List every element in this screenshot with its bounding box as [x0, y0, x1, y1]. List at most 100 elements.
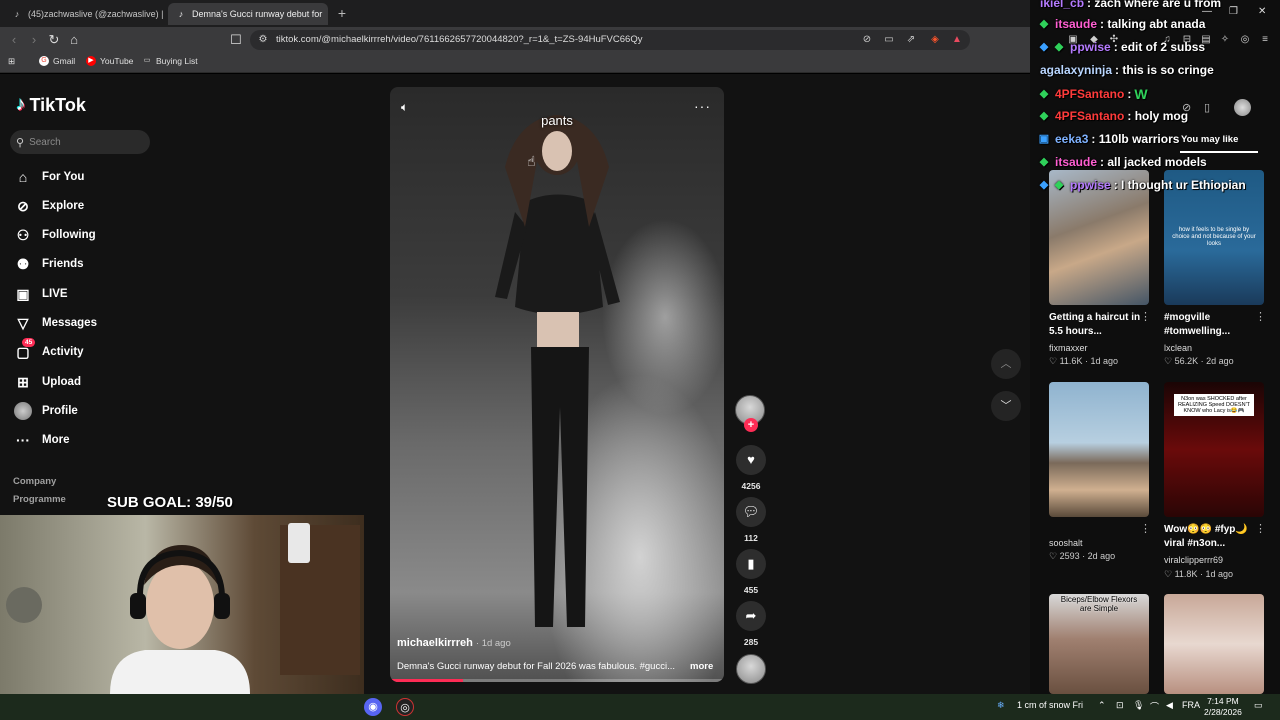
phone-icon[interactable]: ▯	[1204, 101, 1210, 114]
forward-icon[interactable]: ›	[26, 32, 42, 48]
search-input[interactable]: ⚲ Search	[10, 130, 150, 154]
apps-grid-icon[interactable]: ⊞	[8, 56, 15, 67]
obs-icon[interactable]: ◎	[396, 698, 414, 716]
nav-for-you[interactable]: ⌂ For You	[14, 167, 85, 187]
more-icon: ···	[16, 432, 30, 448]
ai-sparkle-icon[interactable]: ✧	[1218, 34, 1232, 45]
close-window-icon[interactable]: ✕	[1258, 6, 1266, 17]
nav-activity[interactable]: ▢ 45 Activity	[14, 338, 84, 362]
restore-icon[interactable]: ❐	[1229, 6, 1238, 17]
video-user[interactable]: fixmaxxer	[1049, 343, 1088, 353]
bookmark-save-icon[interactable]: ▮	[736, 549, 766, 579]
brave-shield-icon[interactable]: ◈	[928, 33, 942, 47]
bookmark-icon[interactable]: ☐	[228, 32, 244, 48]
save-count: 455	[743, 585, 759, 595]
cast-icon[interactable]: ▭	[882, 33, 896, 47]
bookmark-buying-list[interactable]: ▭ Buying List	[142, 56, 198, 66]
sound-disc-icon[interactable]	[736, 654, 766, 684]
w-emote: W	[1134, 86, 1148, 102]
badge-icon: ◆	[1039, 110, 1049, 122]
browser-toolbar: ‹ › ↻ ⌂ ☐ ⚙ tiktok.com/@michaelkirrreh/v…	[0, 27, 1030, 53]
video-title[interactable]: Wow😳😳 #fyp🌙 viral #n3on...	[1164, 523, 1260, 551]
video-title[interactable]: #mogville #tomwelling...	[1164, 311, 1260, 339]
notification-icon[interactable]: ▭	[1254, 700, 1263, 711]
tiktok-logo[interactable]: ♪ TikTok	[16, 94, 86, 116]
tab-zachwaslive[interactable]: ♪ (45)zachwaslive (@zachwaslive) | TikT	[4, 3, 164, 25]
description-more-link[interactable]: more	[690, 661, 713, 672]
chevron-up-icon[interactable]: ⌃	[1098, 700, 1106, 711]
clock[interactable]: 7:14 PM 2/28/2026	[1204, 696, 1242, 718]
chat-message: ▣ eeka3 : 110lb warriors	[1038, 132, 1180, 146]
reader-icon[interactable]: ⊘	[860, 33, 874, 47]
google-icon: G	[39, 56, 49, 66]
comment-icon[interactable]: 💬︎	[736, 497, 766, 527]
mic-icon[interactable]: 🎙︎	[1133, 700, 1144, 711]
reload-icon[interactable]: ↻	[46, 32, 62, 48]
heart-icon: ♡	[1164, 356, 1173, 366]
author-name[interactable]: michaelkirrreh	[397, 637, 473, 649]
wifi-icon[interactable]: ⌒	[1150, 700, 1159, 713]
site-info-icon[interactable]: ⚙	[256, 33, 270, 47]
nav-explore[interactable]: ⊘ Explore	[14, 196, 84, 216]
video-thumbnail[interactable]	[1049, 382, 1149, 517]
more-options-icon[interactable]: ···	[694, 98, 711, 114]
video-menu-icon[interactable]: ⋮	[1140, 522, 1151, 535]
weather-text[interactable]: 1 cm of snow Fri	[1017, 700, 1083, 710]
badge-icon: ◆	[1039, 179, 1049, 191]
video-thumbnail[interactable]: N3on was SHOCKED after REALIZING Speed D…	[1164, 382, 1264, 517]
video-menu-icon[interactable]: ⋮	[1255, 310, 1266, 323]
video-thumbnail[interactable]: Biceps/Elbow Flexors are Simple	[1049, 594, 1149, 694]
share-arrow-icon[interactable]: ➦	[736, 601, 766, 631]
like-heart-icon[interactable]: ♥	[736, 445, 766, 475]
home-icon[interactable]: ⌂	[66, 32, 82, 48]
nav-following[interactable]: ⚇ Following	[14, 225, 96, 245]
nav-profile[interactable]: Profile	[14, 401, 78, 421]
video-menu-icon[interactable]: ⋮	[1140, 310, 1151, 323]
back-icon[interactable]: ‹	[6, 32, 22, 48]
speaker-icon[interactable]: ◀︎	[1166, 700, 1173, 711]
video-author[interactable]: michaelkirrreh · 1d ago	[397, 637, 511, 649]
home-icon: ⌂	[18, 169, 28, 185]
nav-more[interactable]: ··· More	[14, 430, 69, 450]
video-progress-bar[interactable]	[390, 679, 724, 682]
chat-message: ◆ itsaude : talking abt anada	[1038, 17, 1206, 31]
video-user[interactable]: viralclipperrr69	[1164, 555, 1223, 565]
video-stats: ♡ 2593 · 2d ago	[1049, 551, 1116, 561]
rewards-icon[interactable]: ▲	[950, 33, 964, 47]
video-stats: ♡ 11.6K · 1d ago	[1049, 356, 1118, 366]
video-thumbnail[interactable]	[1164, 594, 1264, 694]
video-user[interactable]: sooshalt	[1049, 538, 1083, 548]
nav-upload[interactable]: ⊞ Upload	[14, 372, 81, 392]
follow-plus-icon[interactable]: +	[744, 418, 758, 432]
badge-icon: ◆	[1054, 41, 1064, 53]
volume-icon[interactable]: 🔈︎	[401, 100, 408, 115]
nav-label: LIVE	[42, 288, 68, 300]
user-avatar[interactable]	[1234, 99, 1251, 116]
video-stats: ♡ 11.8K · 1d ago	[1164, 569, 1233, 579]
scroll-down-chevron-icon[interactable]: ﹀	[991, 391, 1021, 421]
you-may-like-heading[interactable]: You may like	[1181, 134, 1238, 145]
browser-tab-bar: ♪ (45)zachwaslive (@zachwaslive) | TikT …	[0, 0, 1030, 27]
address-bar[interactable]: ⚙ tiktok.com/@michaelkirrreh/video/76116…	[250, 30, 970, 50]
video-menu-icon[interactable]: ⋮	[1255, 522, 1266, 535]
menu-icon[interactable]: ≡	[1258, 34, 1272, 45]
scroll-up-chevron-icon[interactable]: ︿	[991, 349, 1021, 379]
footer-programme[interactable]: Programme	[13, 494, 66, 505]
tab-gucci-runway[interactable]: ♪ Demna's Gucci runway debut for ✕	[168, 3, 328, 25]
language-indicator[interactable]: FRA	[1182, 700, 1200, 710]
video-title[interactable]: Getting a haircut in 5.5 hours...	[1049, 311, 1145, 339]
nav-live[interactable]: ▣ LIVE	[14, 284, 68, 304]
nav-friends[interactable]: ⚉ Friends	[14, 254, 84, 274]
share-icon[interactable]: ⇗	[904, 33, 918, 47]
network-icon[interactable]: ⊡	[1116, 700, 1124, 711]
chat-message: ◆ ◆ ppwise : I thought ur Ethiopian	[1038, 178, 1246, 192]
bookmark-youtube[interactable]: ▶ YouTube	[86, 56, 133, 66]
nav-messages[interactable]: ▽ Messages	[14, 313, 97, 333]
shield-icon[interactable]: ◎	[1238, 34, 1252, 45]
new-tab-button[interactable]: +	[334, 4, 350, 22]
video-user[interactable]: lxclean	[1164, 343, 1192, 353]
video-player[interactable]: pants 🔈︎ ··· ☝︎ michaelkirrreh · 1d ago …	[390, 87, 724, 682]
bookmark-gmail[interactable]: G Gmail	[39, 56, 75, 66]
footer-company[interactable]: Company	[13, 476, 56, 487]
discord-icon[interactable]: ◉	[364, 698, 382, 716]
